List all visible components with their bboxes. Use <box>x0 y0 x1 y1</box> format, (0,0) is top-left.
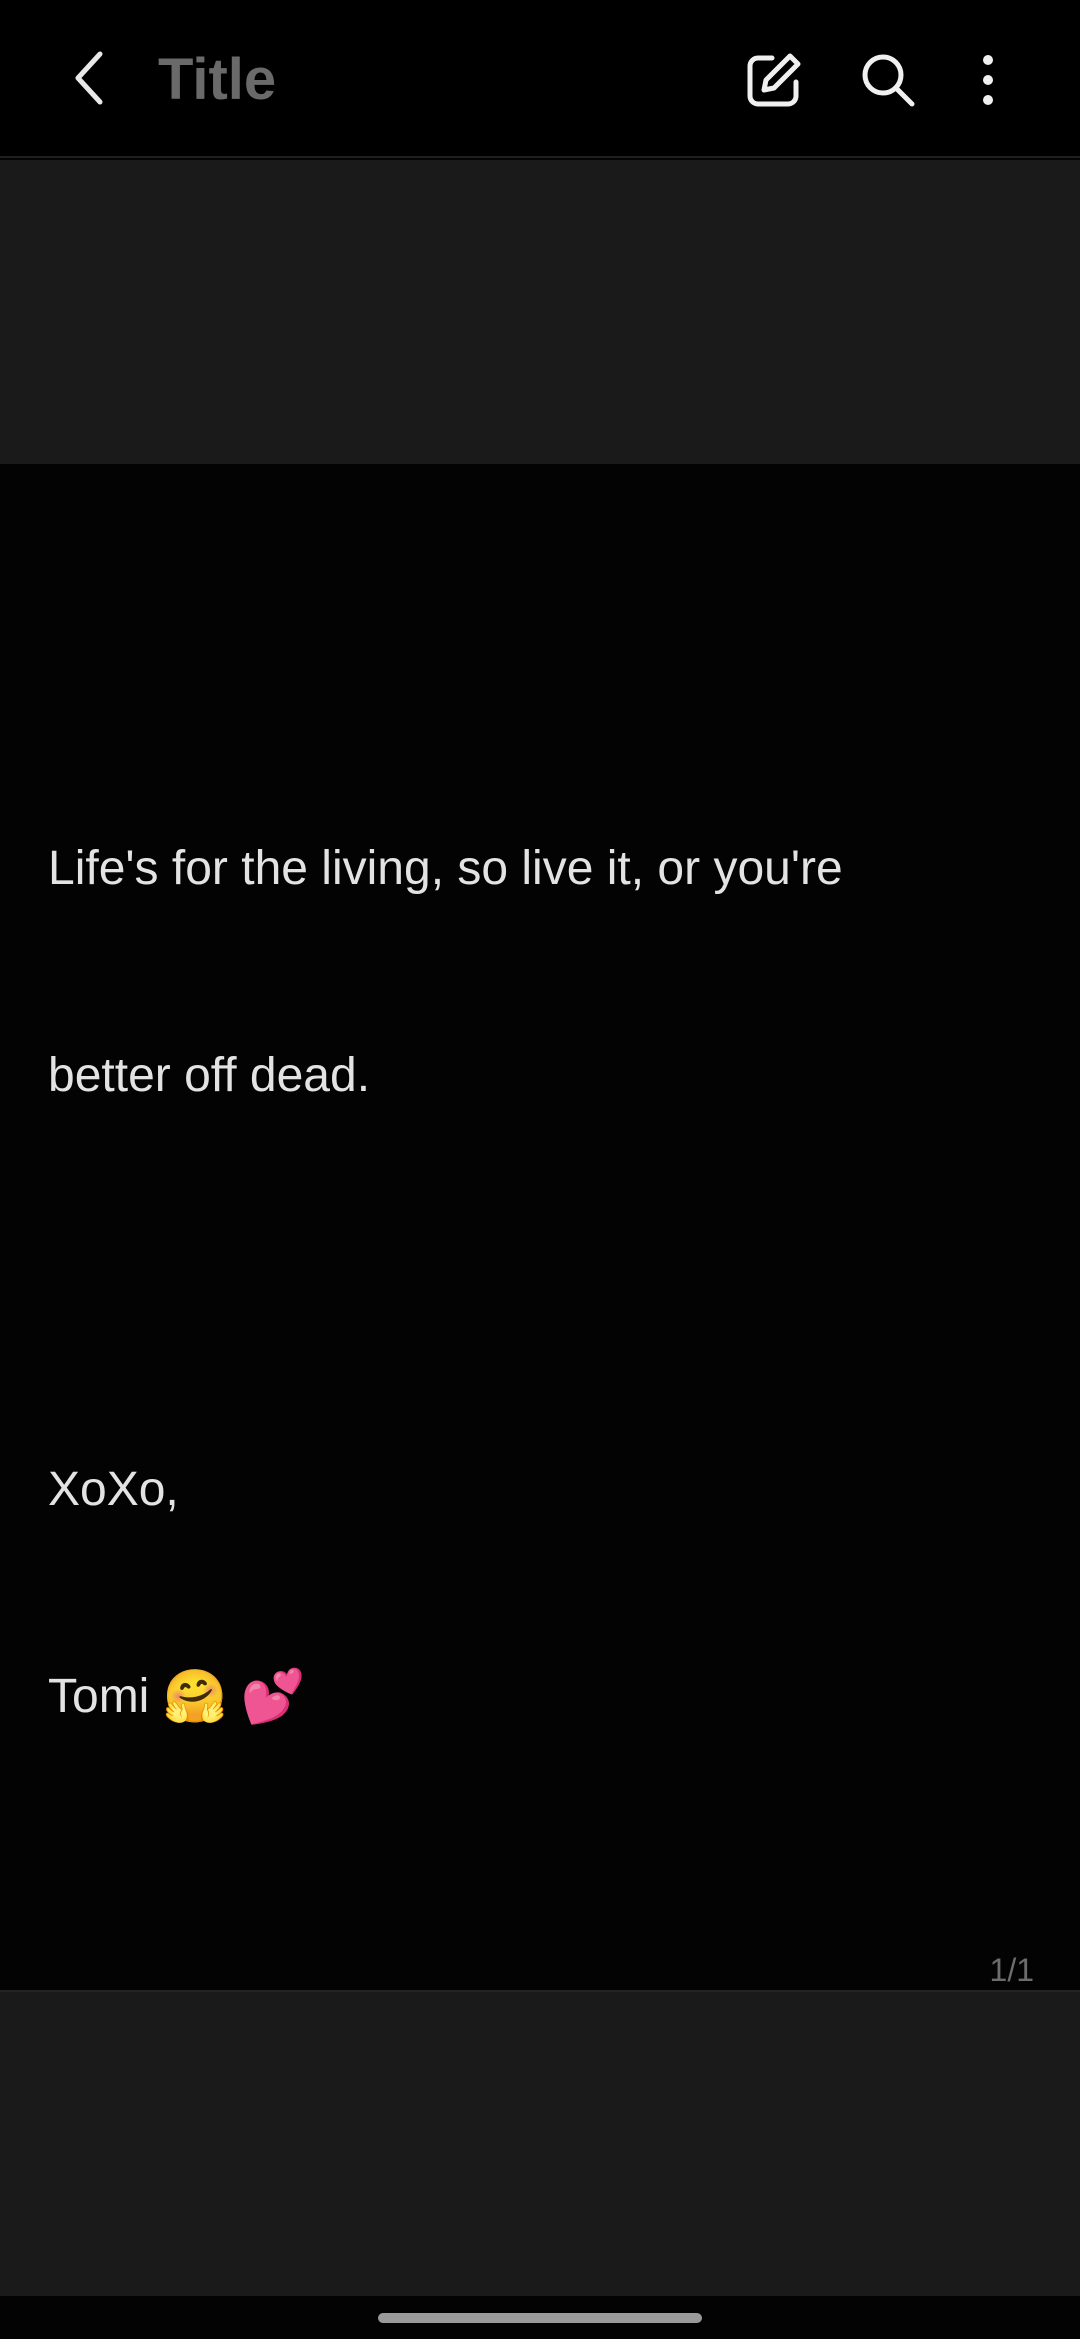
top-app-bar: Title <box>0 0 1080 158</box>
note-line: XoXo, <box>48 1463 179 1516</box>
signature-text: Tomi <box>48 1670 163 1723</box>
more-options-button[interactable] <box>950 42 1026 118</box>
top-margin-band <box>0 160 1080 464</box>
more-vert-icon <box>983 55 993 105</box>
two-hearts-emoji: 💕 <box>240 1668 306 1726</box>
note-line: better off dead. <box>48 1049 371 1102</box>
note-line-signature: Tomi 🤗 💕 <box>48 1662 1048 1732</box>
hugging-face-emoji: 🤗 <box>162 1668 228 1726</box>
bottom-margin-band <box>0 1990 1080 2296</box>
edit-icon <box>747 53 801 107</box>
page-title[interactable]: Title <box>158 44 276 116</box>
back-button[interactable] <box>52 40 128 116</box>
page-indicator: 1/1 <box>989 1952 1034 1988</box>
edit-button[interactable] <box>736 42 812 118</box>
note-body[interactable]: Life's for the living, so live it, or yo… <box>48 696 1048 1801</box>
chevron-left-icon <box>75 51 103 105</box>
search-button[interactable] <box>850 42 926 118</box>
note-line: Life's for the living, so live it, or yo… <box>48 842 843 895</box>
search-icon <box>862 54 915 107</box>
home-indicator[interactable] <box>378 2313 702 2323</box>
